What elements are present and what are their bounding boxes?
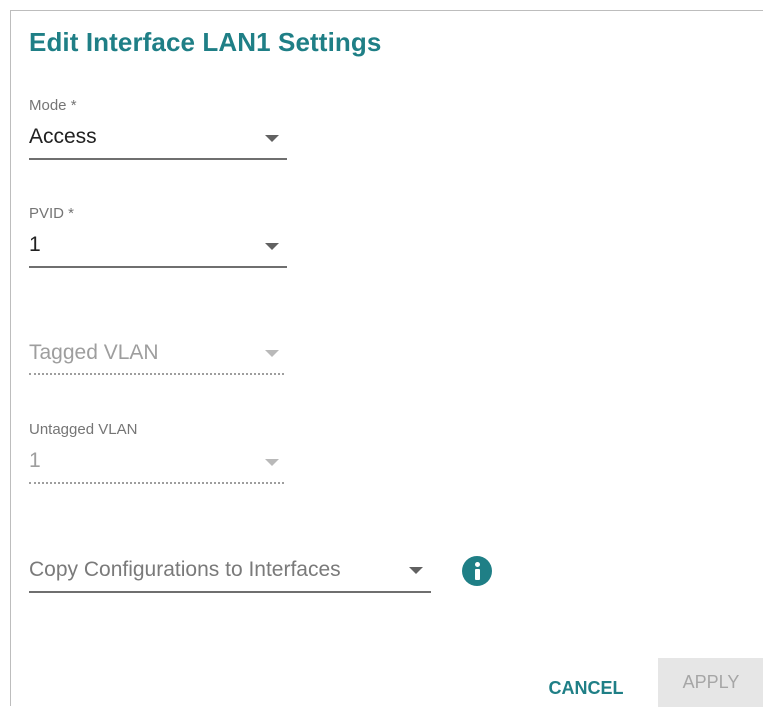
cancel-button[interactable]: CANCEL bbox=[531, 668, 641, 708]
mode-select[interactable]: Mode * Access bbox=[29, 97, 287, 161]
untagged-vlan-value: 1 bbox=[29, 449, 41, 472]
tagged-vlan-placeholder: Tagged VLAN bbox=[29, 341, 159, 364]
untagged-vlan-label: Untagged VLAN bbox=[29, 421, 138, 438]
tagged-vlan-underline bbox=[29, 373, 284, 375]
mode-underline bbox=[29, 158, 287, 160]
pvid-underline bbox=[29, 266, 287, 268]
untagged-vlan-underline bbox=[29, 482, 284, 484]
copy-configurations-placeholder: Copy Configurations to Interfaces bbox=[29, 558, 341, 581]
pvid-value: 1 bbox=[29, 233, 41, 256]
copy-configurations-chevron-down-icon bbox=[409, 567, 423, 574]
tagged-vlan-select: Tagged VLAN bbox=[29, 341, 284, 379]
apply-button[interactable]: APPLY bbox=[658, 658, 763, 707]
pvid-select[interactable]: PVID * 1 bbox=[29, 205, 287, 269]
untagged-vlan-select: Untagged VLAN 1 bbox=[29, 421, 284, 485]
dialog-title: Edit Interface LAN1 Settings bbox=[29, 27, 382, 57]
mode-value: Access bbox=[29, 125, 97, 148]
pvid-label: PVID * bbox=[29, 205, 75, 222]
pvid-chevron-down-icon bbox=[265, 243, 279, 250]
info-icon-dot bbox=[475, 562, 480, 567]
info-icon[interactable] bbox=[462, 556, 492, 586]
copy-configurations-underline bbox=[29, 591, 431, 593]
info-icon-bar bbox=[475, 569, 480, 580]
tagged-vlan-chevron-down-icon bbox=[265, 350, 279, 357]
mode-label: Mode * bbox=[29, 97, 77, 114]
copy-configurations-select[interactable]: Copy Configurations to Interfaces bbox=[29, 558, 431, 596]
edit-interface-dialog: Edit Interface LAN1 Settings Mode * Acce… bbox=[10, 10, 763, 708]
mode-chevron-down-icon bbox=[265, 135, 279, 142]
untagged-vlan-chevron-down-icon bbox=[265, 459, 279, 466]
